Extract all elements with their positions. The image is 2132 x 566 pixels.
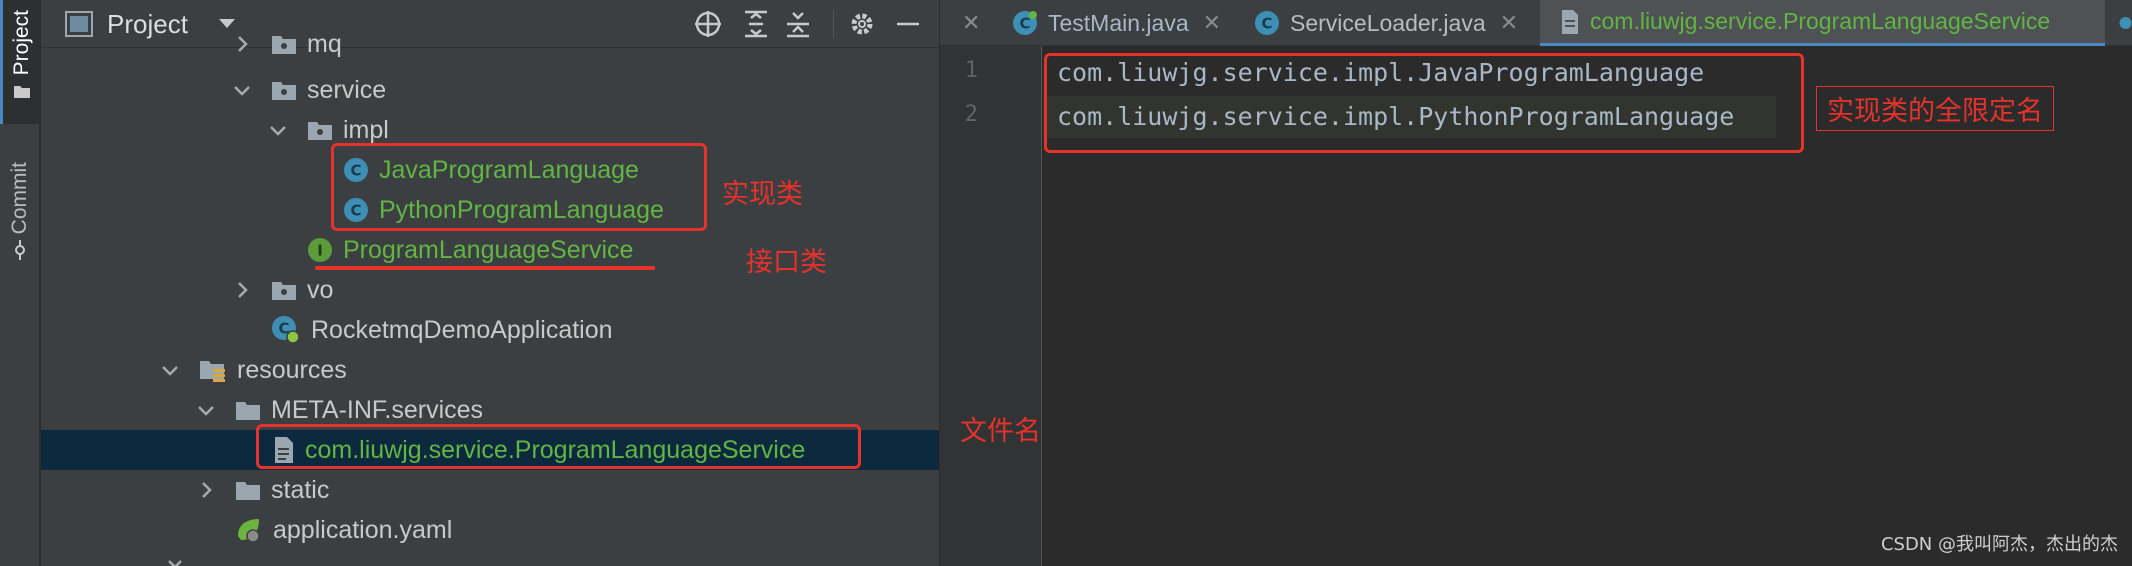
interface-annotation: 接口类 xyxy=(746,247,827,278)
package-icon xyxy=(308,122,332,140)
svg-text:C: C xyxy=(1019,15,1030,33)
folder-icon xyxy=(236,402,260,420)
class-icon xyxy=(2119,17,2132,29)
tree-label: application.yaml xyxy=(273,515,453,544)
tree-row-rocketmq-demo-application[interactable]: C RocketmqDemoApplication xyxy=(41,310,939,350)
tab-overflow-right[interactable] xyxy=(2105,0,2132,46)
impl-classes-annotation: 实现类 xyxy=(722,179,803,210)
spring-boot-class-icon: C xyxy=(272,316,300,344)
tree-label: ProgramLanguageService xyxy=(343,235,634,264)
tree-label: resources xyxy=(237,355,347,384)
tree-row-resources[interactable]: resources xyxy=(41,350,939,390)
class-icon: C xyxy=(1255,11,1279,35)
impl-classes-highlight xyxy=(331,143,707,231)
fqcn-highlight xyxy=(1044,53,1804,153)
chevron-right-icon[interactable] xyxy=(231,33,253,55)
chevron-down-icon[interactable] xyxy=(231,79,253,101)
tree-label: service xyxy=(307,75,387,104)
file-name-highlight xyxy=(256,424,861,469)
line-number: 1 xyxy=(964,58,978,83)
tool-window-strip: Project Commit xyxy=(0,0,40,566)
chevron-down-icon[interactable] xyxy=(159,359,181,381)
tree-label: vo xyxy=(307,275,334,304)
chevron-down-icon[interactable] xyxy=(218,18,236,30)
file-name-annotation: 文件名 xyxy=(960,416,1041,447)
close-icon[interactable]: ✕ xyxy=(1203,10,1221,36)
package-icon xyxy=(272,282,296,300)
tree-row-service[interactable]: service xyxy=(41,70,939,110)
commit-tool-label: Commit xyxy=(8,162,31,235)
line-number: 2 xyxy=(964,102,978,127)
interface-icon: I xyxy=(308,238,332,262)
package-icon xyxy=(272,82,296,100)
interface-underline xyxy=(315,266,655,270)
project-panel: Project mq service impl C JavaProgramLan… xyxy=(41,0,939,566)
tab-service-file[interactable]: com.liuwjg.service.ProgramLanguageServic… xyxy=(1540,0,2105,46)
chevron-down-icon[interactable] xyxy=(195,399,217,421)
tab-overflow[interactable]: ✕ xyxy=(940,0,990,46)
chevron-down-icon xyxy=(168,560,182,566)
tree-label: RocketmqDemoApplication xyxy=(311,315,613,344)
tab-label: ServiceLoader.java xyxy=(1290,9,1486,36)
close-icon[interactable]: ✕ xyxy=(1500,10,1518,36)
tab-label: TestMain.java xyxy=(1048,9,1189,36)
close-icon[interactable]: ✕ xyxy=(962,10,980,36)
class-icon: C xyxy=(1013,11,1037,35)
tree-row-mq[interactable]: mq xyxy=(41,32,939,64)
tree-row-static[interactable]: static xyxy=(41,470,939,510)
tab-label: com.liuwjg.service.ProgramLanguageServic… xyxy=(1590,8,2051,34)
editor-tab-bar: ✕ C TestMain.java ✕ C ServiceLoader.java… xyxy=(940,0,2132,46)
project-tool-label: Project xyxy=(9,10,33,76)
project-tool-tab[interactable]: Project xyxy=(0,0,40,124)
commit-icon xyxy=(15,240,25,261)
folder-icon xyxy=(236,482,260,500)
watermark: CSDN @我叫阿杰，杰出的杰 xyxy=(1880,534,2118,555)
text-file-icon xyxy=(1562,9,1578,34)
tree-row-application-yaml[interactable]: application.yaml xyxy=(41,510,939,550)
folder-icon xyxy=(13,86,30,99)
spring-yaml-icon xyxy=(238,519,260,543)
commit-tool-tab[interactable]: Commit xyxy=(0,154,40,284)
tree-label: mq xyxy=(307,32,342,58)
svg-text:C: C xyxy=(1261,15,1272,33)
tab-serviceloader[interactable]: C ServiceLoader.java ✕ xyxy=(1254,0,1518,46)
tree-label: impl xyxy=(343,115,389,144)
resources-folder-icon xyxy=(200,361,225,382)
chevron-down-icon[interactable] xyxy=(267,119,289,141)
package-icon xyxy=(272,36,296,54)
tab-testmain[interactable]: C TestMain.java ✕ xyxy=(1012,0,1221,46)
tree-label: static xyxy=(271,475,330,504)
chevron-right-icon[interactable] xyxy=(231,279,253,301)
tree-label: META-INF.services xyxy=(271,395,484,424)
fqcn-annotation: 实现类的全限定名 xyxy=(1816,86,2054,131)
chevron-right-icon[interactable] xyxy=(195,479,217,501)
editor-gutter: 1 2 xyxy=(940,46,1042,566)
svg-text:I: I xyxy=(317,242,323,260)
tree-row-partial xyxy=(167,556,183,566)
